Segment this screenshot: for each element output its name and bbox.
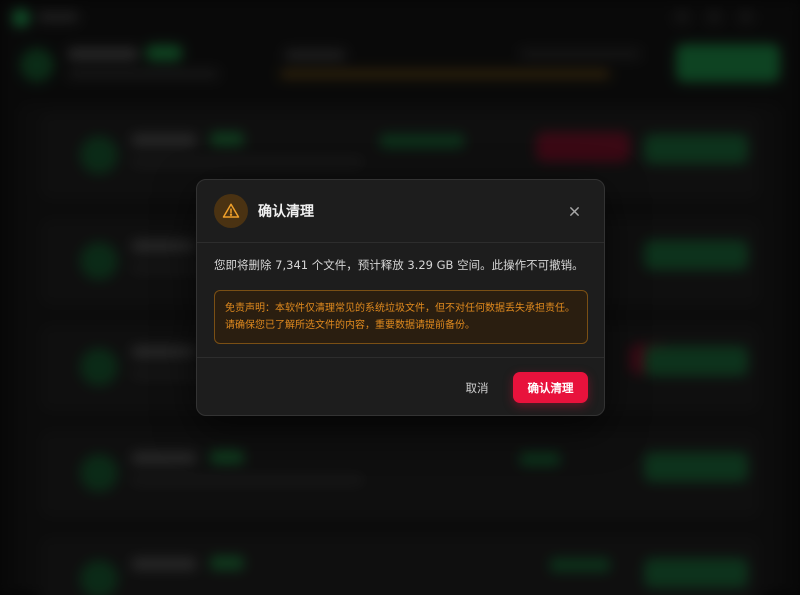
- disclaimer-box: 免责声明：本软件仅清理常见的系统垃圾文件，但不对任何数据丢失承担责任。请确保您已…: [214, 290, 588, 344]
- dialog-body: 您即将删除 7,341 个文件，预计释放 3.29 GB 空间。此操作不可撤销。…: [197, 243, 604, 358]
- confirm-clean-dialog: 确认清理 您即将删除 7,341 个文件，预计释放 3.29 GB 空间。此操作…: [196, 179, 605, 416]
- close-icon: [569, 206, 579, 216]
- warning-triangle-icon: [222, 203, 240, 218]
- dialog-message: 您即将删除 7,341 个文件，预计释放 3.29 GB 空间。此操作不可撤销。: [214, 258, 584, 272]
- dialog-title: 确认清理: [258, 204, 314, 220]
- dialog-header: 确认清理: [197, 180, 604, 243]
- warning-badge: [214, 194, 248, 228]
- close-button[interactable]: [565, 202, 583, 220]
- confirm-clean-button[interactable]: 确认清理: [513, 372, 588, 403]
- dialog-footer: 取消 确认清理: [197, 358, 604, 417]
- cancel-button[interactable]: 取消: [455, 373, 499, 403]
